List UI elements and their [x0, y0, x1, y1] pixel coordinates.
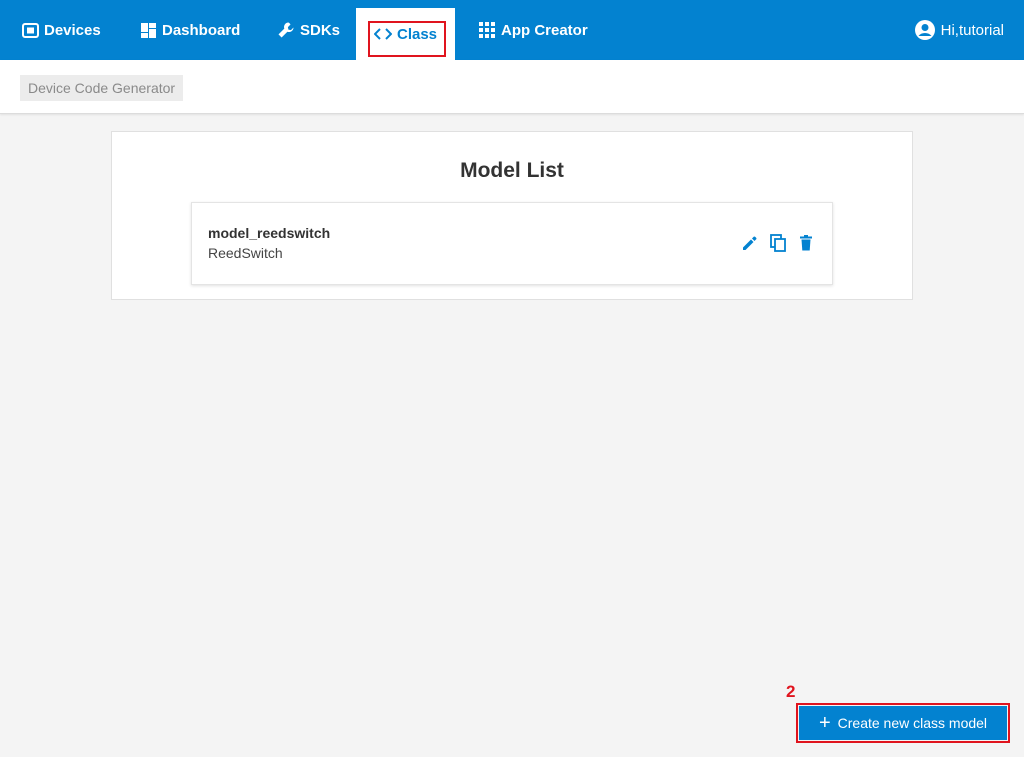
nav-dashboard[interactable]: Dashboard [139, 0, 240, 60]
model-actions [740, 233, 816, 253]
tab-device-code-generator[interactable]: Device Code Generator [20, 75, 184, 101]
devices-icon [21, 21, 39, 39]
model-class-name: ReedSwitch [208, 245, 283, 261]
nav-dashboard-label: Dashboard [162, 21, 241, 39]
nav-sdks[interactable]: SDKs [277, 0, 340, 60]
apps-grid-icon [478, 21, 496, 39]
class-tab-highlight [368, 21, 446, 57]
edit-icon[interactable] [740, 233, 760, 253]
nav-app-creator-label: App Creator [501, 21, 588, 39]
user-greeting: Hi,tutorial [940, 21, 1004, 39]
nav-sdks-label: SDKs [300, 21, 341, 39]
top-navbar: Devices Dashboard SDKs Class App Creator [0, 0, 1024, 60]
page-title: Model List [460, 159, 564, 182]
create-class-model-button[interactable]: + Create new class model [799, 706, 1007, 740]
nav-devices[interactable]: Devices [21, 0, 101, 60]
plus-icon: + [818, 712, 831, 734]
sub-toolbar: Device Code Generator [0, 60, 1024, 114]
delete-icon[interactable] [796, 233, 816, 253]
model-name: model_reedswitch [208, 225, 331, 241]
nav-app-creator[interactable]: App Creator [478, 0, 588, 60]
model-list-item[interactable]: model_reedswitch ReedSwitch [191, 202, 833, 285]
wrench-icon [277, 21, 295, 39]
user-avatar-icon [914, 20, 935, 40]
user-menu[interactable]: Hi,tutorial [914, 0, 1004, 60]
dashboard-icon [139, 21, 157, 39]
model-list-card: Model List model_reedswitch ReedSwitch [111, 131, 913, 300]
step-marker-2: 2 [786, 682, 796, 701]
nav-devices-label: Devices [44, 21, 101, 39]
copy-icon[interactable] [768, 233, 788, 253]
create-button-label: Create new class model [837, 715, 988, 731]
